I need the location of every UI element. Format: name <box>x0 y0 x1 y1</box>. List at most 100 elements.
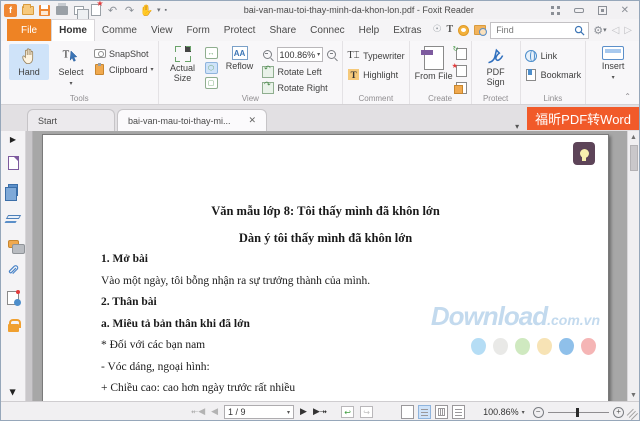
assistant-lightbulb-icon[interactable]: ☉ <box>433 25 442 35</box>
zoom-out-button[interactable]: − <box>532 406 544 418</box>
search-icon[interactable] <box>574 25 585 36</box>
open-file-button[interactable] <box>21 3 34 16</box>
find-input[interactable] <box>494 24 575 36</box>
security-panel-button[interactable] <box>5 317 21 333</box>
next-view-button[interactable]: ↪ <box>360 406 374 418</box>
link-button[interactable]: Link <box>525 49 582 62</box>
signatures-panel-button[interactable] <box>5 290 21 306</box>
tab-form[interactable]: Form <box>179 19 216 41</box>
quick-access-dropdown-icon[interactable]: ▾ <box>157 6 161 14</box>
rotate-left-button[interactable]: Rotate Left <box>262 64 339 78</box>
insert-button[interactable]: Insert ▾ <box>590 44 636 83</box>
pdf-sign-button[interactable]: PDF Sign <box>476 44 516 90</box>
tip-lightbulb-button[interactable] <box>573 142 595 165</box>
undo-button[interactable]: ↶ <box>106 4 119 16</box>
bookmark-button[interactable]: Bookmark <box>525 68 581 81</box>
resize-grip[interactable] <box>630 408 639 417</box>
tab-share[interactable]: Share <box>262 19 303 41</box>
blank-page-icon[interactable] <box>453 45 467 60</box>
scroll-up-icon[interactable]: ▲ <box>630 131 637 143</box>
last-page-button[interactable]: ▶⯮ <box>313 407 327 417</box>
continuous-view-button[interactable] <box>418 405 432 419</box>
text-tool-icon[interactable]: T <box>447 25 454 35</box>
fit-page-icon[interactable]: ⬡ <box>204 62 218 74</box>
tab-comment[interactable]: Comme <box>95 19 144 41</box>
link-label: Link <box>540 50 558 61</box>
from-clipboard-icon[interactable] <box>453 82 467 94</box>
hand-tool-quick-button[interactable]: ✋ <box>140 4 154 16</box>
document-tab[interactable]: bai-van-mau-toi-thay-mi... ✕ <box>117 109 267 131</box>
pdf-page[interactable]: Văn mẫu lớp 8: Tôi thấy mình đã khôn lớn… <box>42 134 609 401</box>
settings-dropdown-icon[interactable]: ▾ <box>603 26 607 34</box>
panel-divider[interactable] <box>26 131 33 401</box>
tab-home[interactable]: Home <box>51 19 95 41</box>
bookmarks-panel-button[interactable] <box>5 155 21 171</box>
first-page-button[interactable]: ⯬◀ <box>191 407 205 417</box>
zoom-out-icon[interactable] <box>262 49 274 61</box>
zoom-level-dropdown[interactable]: 100.86% ▾ <box>276 47 324 62</box>
previous-view-button[interactable]: ↩ <box>341 406 355 418</box>
next-page-button[interactable]: ▶ <box>300 407 307 417</box>
zoom-slider-handle[interactable] <box>575 407 579 417</box>
save-button[interactable] <box>38 4 51 16</box>
history-forward-icon[interactable]: ▷ <box>624 25 632 36</box>
zoom-in-icon[interactable] <box>326 49 338 61</box>
tab-close-icon[interactable]: ✕ <box>248 115 256 126</box>
highlight-button[interactable]: T Highlight <box>347 68 405 81</box>
foxit-logo-icon[interactable]: f <box>4 3 17 17</box>
tab-help[interactable]: Help <box>352 19 387 41</box>
gear-icon[interactable]: ⚙ <box>593 25 603 36</box>
minimize-button[interactable] <box>573 7 584 13</box>
history-back-icon[interactable]: ◁ <box>612 25 620 36</box>
redo-button[interactable]: ↷ <box>123 4 136 16</box>
vertical-scrollbar[interactable]: ▲ ▼ <box>627 131 639 401</box>
layout-grid-icon[interactable] <box>550 5 560 15</box>
scrollbar-thumb[interactable] <box>629 145 638 171</box>
single-page-view-button[interactable] <box>401 405 415 419</box>
page-number-field[interactable]: 1 / 9 ▾ <box>224 405 295 419</box>
statusbar-zoom-value[interactable]: 100.86% <box>483 407 519 417</box>
tab-view[interactable]: View <box>144 19 180 41</box>
zoom-in-button[interactable]: + <box>613 406 625 418</box>
tab-connect[interactable]: Connec <box>303 19 351 41</box>
facing-view-button[interactable] <box>435 405 449 419</box>
page-thumbnails-button[interactable] <box>5 182 21 201</box>
typewriter-button[interactable]: T⌶ Typewriter <box>347 49 405 62</box>
layers-panel-button[interactable] <box>5 209 21 225</box>
search-folder-icon[interactable] <box>474 25 488 36</box>
sidebar-collapse-icon[interactable]: ▶ <box>9 389 18 395</box>
comments-panel-button[interactable] <box>5 236 25 254</box>
attachments-panel-button[interactable] <box>5 263 21 279</box>
close-button[interactable]: ✕ <box>621 5 629 16</box>
tab-extras[interactable]: Extras <box>386 19 428 41</box>
statusbar-zoom-dropdown-icon[interactable]: ▾ <box>522 409 525 416</box>
tab-protect[interactable]: Protect <box>217 19 263 41</box>
snapshot-button[interactable]: SnapShot <box>93 47 154 60</box>
reward-icon[interactable] <box>458 24 470 36</box>
restore-button[interactable] <box>597 5 607 15</box>
print-button[interactable] <box>55 2 68 16</box>
previous-page-button[interactable]: ◀ <box>211 407 218 417</box>
fit-visible-icon[interactable]: ▢ <box>204 77 218 89</box>
zoom-slider[interactable] <box>547 407 610 417</box>
file-menu-button[interactable]: File <box>7 19 52 41</box>
tab-list-dropdown-icon[interactable]: ▾ <box>507 122 527 131</box>
actual-size-button[interactable]: Actual Size <box>163 44 203 86</box>
continuous-facing-view-button[interactable] <box>452 405 466 419</box>
collapse-ribbon-icon[interactable]: ⌃ <box>624 92 631 101</box>
hand-tool-button[interactable]: Hand <box>9 44 49 80</box>
select-tool-button[interactable]: T Select ▾ <box>51 44 91 89</box>
find-box[interactable] <box>490 21 590 39</box>
clipboard-button[interactable]: Clipboard ▾ <box>93 63 154 76</box>
copy-pages-button[interactable] <box>72 4 89 20</box>
from-file-button[interactable]: From File <box>414 44 454 84</box>
start-tab[interactable]: Start <box>27 109 115 131</box>
reflow-button[interactable]: AA Reflow <box>220 44 260 74</box>
fit-width-icon[interactable]: ↔ <box>204 47 218 59</box>
create-pdf-button[interactable] <box>89 1 104 16</box>
from-scanner-icon[interactable] <box>452 62 467 77</box>
scroll-down-icon[interactable]: ▼ <box>630 389 637 401</box>
rotate-right-button[interactable]: Rotate Right <box>262 80 339 94</box>
sidebar-expand-icon[interactable]: ▶ <box>10 135 16 144</box>
pdf-to-word-button[interactable]: 福昕PDF转Word <box>527 107 639 130</box>
